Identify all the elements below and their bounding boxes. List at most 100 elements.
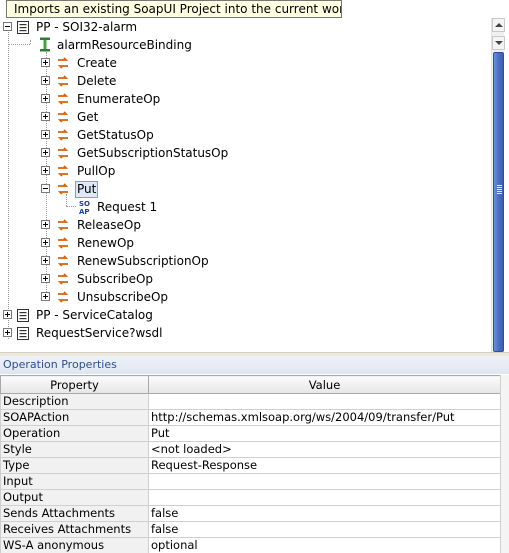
project-icon	[17, 21, 29, 34]
expand-icon[interactable]	[41, 58, 50, 67]
table-row[interactable]: SOAPAction http://schemas.xmlsoap.org/ws/…	[0, 409, 501, 426]
tree-item-operation[interactable]: GetStatusOp	[0, 126, 480, 144]
table-row[interactable]: Style <not loaded>	[0, 441, 501, 458]
tooltip: Imports an existing SoapUI Project into …	[6, 0, 342, 18]
expand-icon[interactable]	[41, 112, 50, 121]
tree-item-label: RequestService?wsdl	[36, 326, 163, 340]
tree-item-request[interactable]: SO AP Request 1	[0, 198, 480, 216]
property-name: Output	[0, 489, 149, 506]
property-name: SOAPAction	[0, 409, 149, 426]
table-row[interactable]: Output	[0, 489, 501, 506]
expand-icon[interactable]	[41, 166, 50, 175]
property-value[interactable]: http://schemas.xmlsoap.org/ws/2004/09/tr…	[148, 409, 501, 426]
operation-icon	[57, 291, 69, 303]
operation-icon	[57, 165, 69, 177]
tree-item-label: GetStatusOp	[77, 128, 154, 142]
tree-item-binding[interactable]: alarmResourceBinding	[0, 36, 480, 54]
properties-scrollbar[interactable]	[500, 375, 509, 553]
tree-item-operation[interactable]: Delete	[0, 72, 480, 90]
expand-icon[interactable]	[41, 94, 50, 103]
operation-icon	[57, 129, 69, 141]
tree-item-label: GetSubscriptionStatusOp	[77, 146, 229, 160]
expand-icon[interactable]	[41, 148, 50, 157]
collapse-icon[interactable]	[41, 184, 50, 193]
property-value[interactable]	[148, 393, 501, 410]
collapse-icon[interactable]	[3, 22, 12, 31]
tree-item-operation[interactable]: UnsubscribeOp	[0, 288, 480, 306]
tree-item-operation-selected[interactable]: Put	[0, 180, 480, 198]
scroll-down-icon[interactable]	[492, 36, 505, 50]
tree-item-label: Create	[77, 56, 117, 70]
table-row[interactable]: Input	[0, 473, 501, 490]
tree-item-operation[interactable]: EnumerateOp	[0, 90, 480, 108]
project-icon	[17, 309, 29, 322]
tree-scrollbar[interactable]	[491, 18, 505, 352]
property-value[interactable]	[148, 489, 501, 506]
tree-item-operation[interactable]: Get	[0, 108, 480, 126]
operation-icon	[57, 255, 69, 267]
tree-item-operation[interactable]: Create	[0, 54, 480, 72]
operation-icon	[57, 57, 69, 69]
table-row[interactable]: Receives Attachments false	[0, 521, 501, 538]
expand-icon[interactable]	[41, 274, 50, 283]
tree-item-label: Get	[77, 110, 99, 124]
scroll-thumb[interactable]	[493, 52, 504, 352]
interface-icon	[40, 37, 50, 52]
property-name: Sends Attachments	[0, 505, 149, 522]
scroll-up-icon[interactable]	[492, 18, 505, 32]
tree-item-operation[interactable]: GetSubscriptionStatusOp	[0, 144, 480, 162]
expand-icon[interactable]	[3, 310, 12, 319]
property-name: WS-A anonymous	[0, 537, 149, 553]
column-header-value[interactable]: Value	[148, 375, 501, 394]
property-value[interactable]	[148, 473, 501, 490]
tree-item-label: PP - ServiceCatalog	[36, 308, 153, 322]
table-row[interactable]: Description	[0, 393, 501, 410]
tree-item-operation[interactable]: SubscribeOp	[0, 270, 480, 288]
expand-icon[interactable]	[41, 220, 50, 229]
property-value[interactable]: false	[148, 505, 501, 522]
table-row[interactable]: Type Request-Response	[0, 457, 501, 474]
property-name: Style	[0, 441, 149, 458]
operation-icon	[57, 237, 69, 249]
tree-item-label: RenewOp	[77, 236, 135, 250]
table-header-row: Property Value	[0, 375, 501, 394]
property-value[interactable]: optional	[148, 537, 501, 553]
project-icon	[17, 327, 29, 340]
property-value[interactable]: Put	[148, 425, 501, 442]
expand-icon[interactable]	[41, 130, 50, 139]
expand-icon[interactable]	[41, 292, 50, 301]
tree-item-label: alarmResourceBinding	[57, 38, 192, 52]
table-row[interactable]: WS-A anonymous optional	[0, 537, 501, 553]
property-name: Type	[0, 457, 149, 474]
column-header-property[interactable]: Property	[0, 375, 149, 394]
operation-icon	[57, 183, 69, 195]
tree-item-project[interactable]: PP - SOI32-alarm	[0, 18, 480, 36]
expand-icon[interactable]	[41, 76, 50, 85]
property-value[interactable]: <not loaded>	[148, 441, 501, 458]
project-tree[interactable]: PP - SOI32-alarm alarmResourceBinding Cr…	[0, 0, 509, 352]
tree-item-operation[interactable]: RenewSubscriptionOp	[0, 252, 480, 270]
tree-item-operation[interactable]: PullOp	[0, 162, 480, 180]
property-value[interactable]: Request-Response	[148, 457, 501, 474]
expand-icon[interactable]	[41, 256, 50, 265]
table-row[interactable]: Sends Attachments false	[0, 505, 501, 522]
expand-icon[interactable]	[3, 328, 12, 337]
svg-text:SO: SO	[79, 200, 90, 208]
tree-item-label: UnsubscribeOp	[77, 290, 169, 304]
expand-icon[interactable]	[41, 238, 50, 247]
tree-item-project[interactable]: PP - ServiceCatalog	[0, 306, 480, 324]
panel-title: Operation Properties	[0, 356, 509, 374]
tree-item-operation[interactable]: RenewOp	[0, 234, 480, 252]
tree-item-label: PP - SOI32-alarm	[36, 20, 138, 34]
soap-request-icon: SO AP	[79, 200, 90, 215]
operation-icon	[57, 93, 69, 105]
tree-item-operation[interactable]: ReleaseOp	[0, 216, 480, 234]
tree-item-label: EnumerateOp	[77, 92, 161, 106]
tree-item-label: RenewSubscriptionOp	[77, 254, 209, 268]
property-value[interactable]: false	[148, 521, 501, 538]
tree-item-label: Delete	[77, 74, 117, 88]
tree-item-label: ReleaseOp	[77, 218, 141, 232]
tree-item-label: SubscribeOp	[77, 272, 154, 286]
tree-item-project[interactable]: RequestService?wsdl	[0, 324, 480, 342]
table-row[interactable]: Operation Put	[0, 425, 501, 442]
